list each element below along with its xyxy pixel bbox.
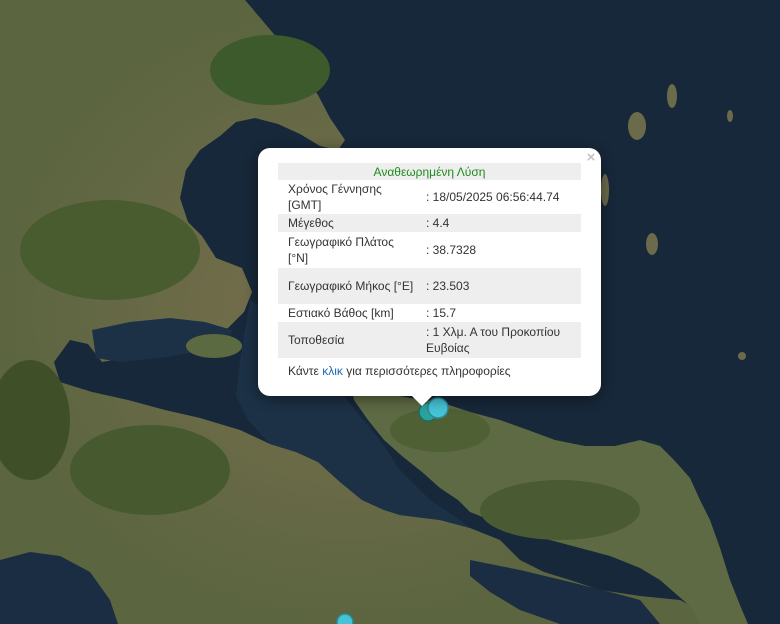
- island-1: [628, 112, 646, 140]
- label-location: Τοποθεσία: [278, 322, 416, 358]
- row-depth: Εστιακό Βάθος [km] : 15.7: [278, 304, 581, 322]
- island-4: [646, 233, 658, 255]
- label-magnitude: Μέγεθος: [278, 214, 416, 232]
- popup-tip: [411, 395, 433, 406]
- forest-1: [210, 35, 330, 105]
- row-latitude: Γεωγραφικό Πλάτος [°N] : 38.7328: [278, 232, 581, 268]
- island-5: [601, 174, 609, 206]
- more-info-text: Κάντε κλικ για περισσότερες πληροφορίες: [288, 364, 511, 378]
- value-location: : 1 Χλμ. Α του Προκοπίου Ευβοίας: [416, 322, 581, 358]
- value-magnitude: : 4.4: [416, 214, 581, 232]
- row-location: Τοποθεσία : 1 Χλμ. Α του Προκοπίου Ευβοί…: [278, 322, 581, 358]
- island-7: [186, 334, 242, 358]
- value-origin-time: : 18/05/2025 06:56:44.74: [426, 190, 560, 204]
- label-latitude: Γεωγραφικό Πλάτος [°N]: [288, 235, 394, 265]
- value-depth: : 15.7: [426, 306, 457, 320]
- island-3: [727, 110, 733, 122]
- popup-title: Αναθεωρημένη Λύση: [278, 163, 581, 180]
- forest-4: [480, 480, 640, 540]
- value-latitude: : 38.7328: [426, 243, 477, 257]
- label-depth: Εστιακό Βάθος [km]: [288, 306, 394, 320]
- earthquake-marker[interactable]: [336, 613, 354, 624]
- island-2: [667, 84, 677, 108]
- forest-2: [20, 200, 200, 300]
- more-info-link[interactable]: κλικ: [322, 364, 343, 378]
- more-suffix: για περισσότερες πληροφορίες: [342, 364, 511, 378]
- row-magnitude: Μέγεθος : 4.4: [278, 214, 581, 232]
- label-longitude: Γεωγραφικό Μήκος [°E]: [278, 268, 416, 304]
- close-icon[interactable]: ×: [584, 150, 598, 166]
- label-origin-time: Χρόνος Γέννησης [GMT]: [288, 182, 382, 212]
- forest-3: [70, 425, 230, 515]
- earthquake-info-table: Αναθεωρημένη Λύση Χρόνος Γέννησης [GMT] …: [278, 163, 581, 358]
- island-6: [738, 352, 746, 360]
- more-prefix: Κάντε: [288, 364, 323, 378]
- row-origin-time: Χρόνος Γέννησης [GMT] : 18/05/2025 06:56…: [278, 180, 581, 214]
- value-longitude: : 23.503: [416, 268, 581, 304]
- row-longitude: Γεωγραφικό Μήκος [°E] : 23.503: [278, 268, 581, 304]
- popup-title-row: Αναθεωρημένη Λύση: [278, 163, 581, 180]
